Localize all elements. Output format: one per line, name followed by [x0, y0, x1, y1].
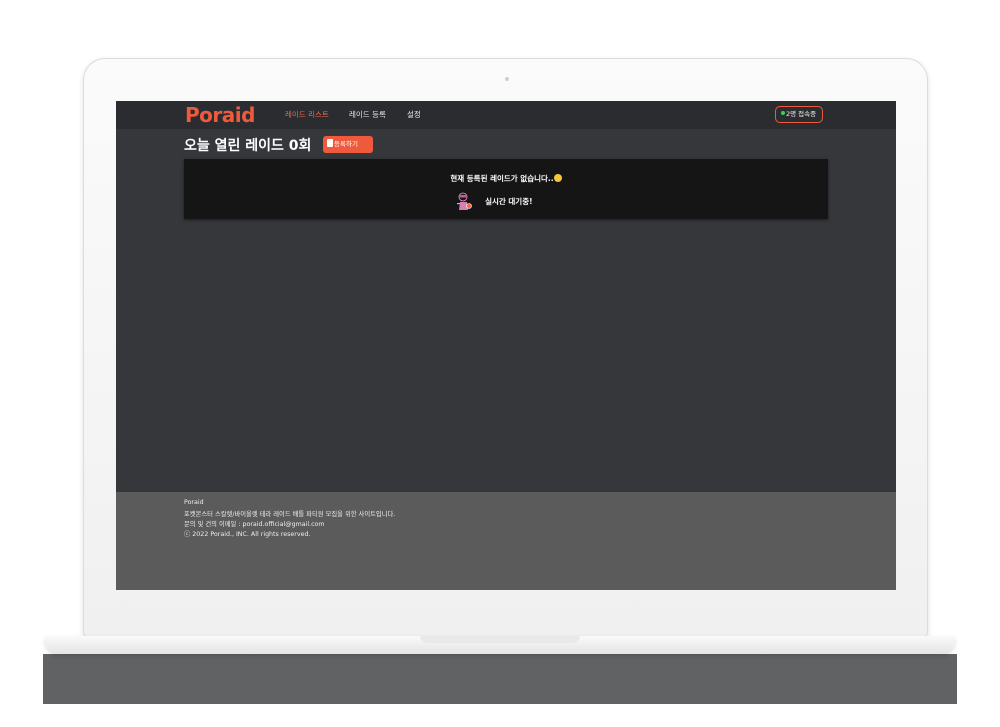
- webcam-icon: [505, 77, 509, 81]
- online-users-text: 2명 접속중: [786, 110, 817, 118]
- page-title: 오늘 열린 레이드 0회: [184, 138, 312, 154]
- waiting-text: 실시간 대기중!: [485, 197, 533, 206]
- footer-brand: Poraid: [184, 499, 204, 506]
- nav-raid-list[interactable]: 레이드 리스트: [285, 101, 329, 129]
- sad-face-icon: [553, 174, 562, 182]
- edit-icon: [327, 139, 333, 147]
- empty-state-text: 현재 등록된 레이드가 없습니다..: [450, 174, 554, 183]
- laptop-notch: [420, 636, 580, 643]
- register-raid-button-label: 등록하기: [334, 140, 358, 148]
- footer-contact-email: 문의 및 건의 이메일 : poraid.official@gmail.com: [184, 521, 325, 528]
- online-dot-icon: [781, 111, 785, 115]
- online-users-badge: 2명 접속중: [775, 106, 823, 123]
- pokemon-trainer-icon: [457, 192, 472, 210]
- register-raid-button[interactable]: 등록하기: [323, 136, 373, 153]
- laptop-mockup: Poraid 레이드 리스트 레이드 등록 설정 2명 접속중 오늘 열린 레이…: [0, 0, 1000, 727]
- browser-screen: Poraid 레이드 리스트 레이드 등록 설정 2명 접속중 오늘 열린 레이…: [116, 101, 896, 590]
- empty-state-message: 현재 등록된 레이드가 없습니다..: [184, 173, 828, 184]
- nav-raid-register[interactable]: 레이드 등록: [349, 101, 386, 129]
- laptop-shadow: [43, 654, 957, 704]
- waiting-row: 실시간 대기중!: [456, 191, 533, 211]
- empty-state-card: 현재 등록된 레이드가 없습니다.. 실시간 대기중!: [184, 159, 828, 219]
- footer-description: 포켓몬스터 스칼렛/바이올렛 테라 레이드 배틀 파티원 모집을 위한 사이트입…: [184, 511, 396, 518]
- top-navbar: Poraid 레이드 리스트 레이드 등록 설정 2명 접속중: [116, 101, 896, 129]
- footer-copyright: ⓒ 2022 Poraid., INC. All rights reserved…: [184, 531, 311, 538]
- site-footer: Poraid 포켓몬스터 스칼렛/바이올렛 테라 레이드 배틀 파티원 모집을 …: [116, 492, 896, 590]
- nav-settings[interactable]: 설정: [407, 101, 421, 129]
- poraid-logo[interactable]: Poraid: [185, 101, 255, 129]
